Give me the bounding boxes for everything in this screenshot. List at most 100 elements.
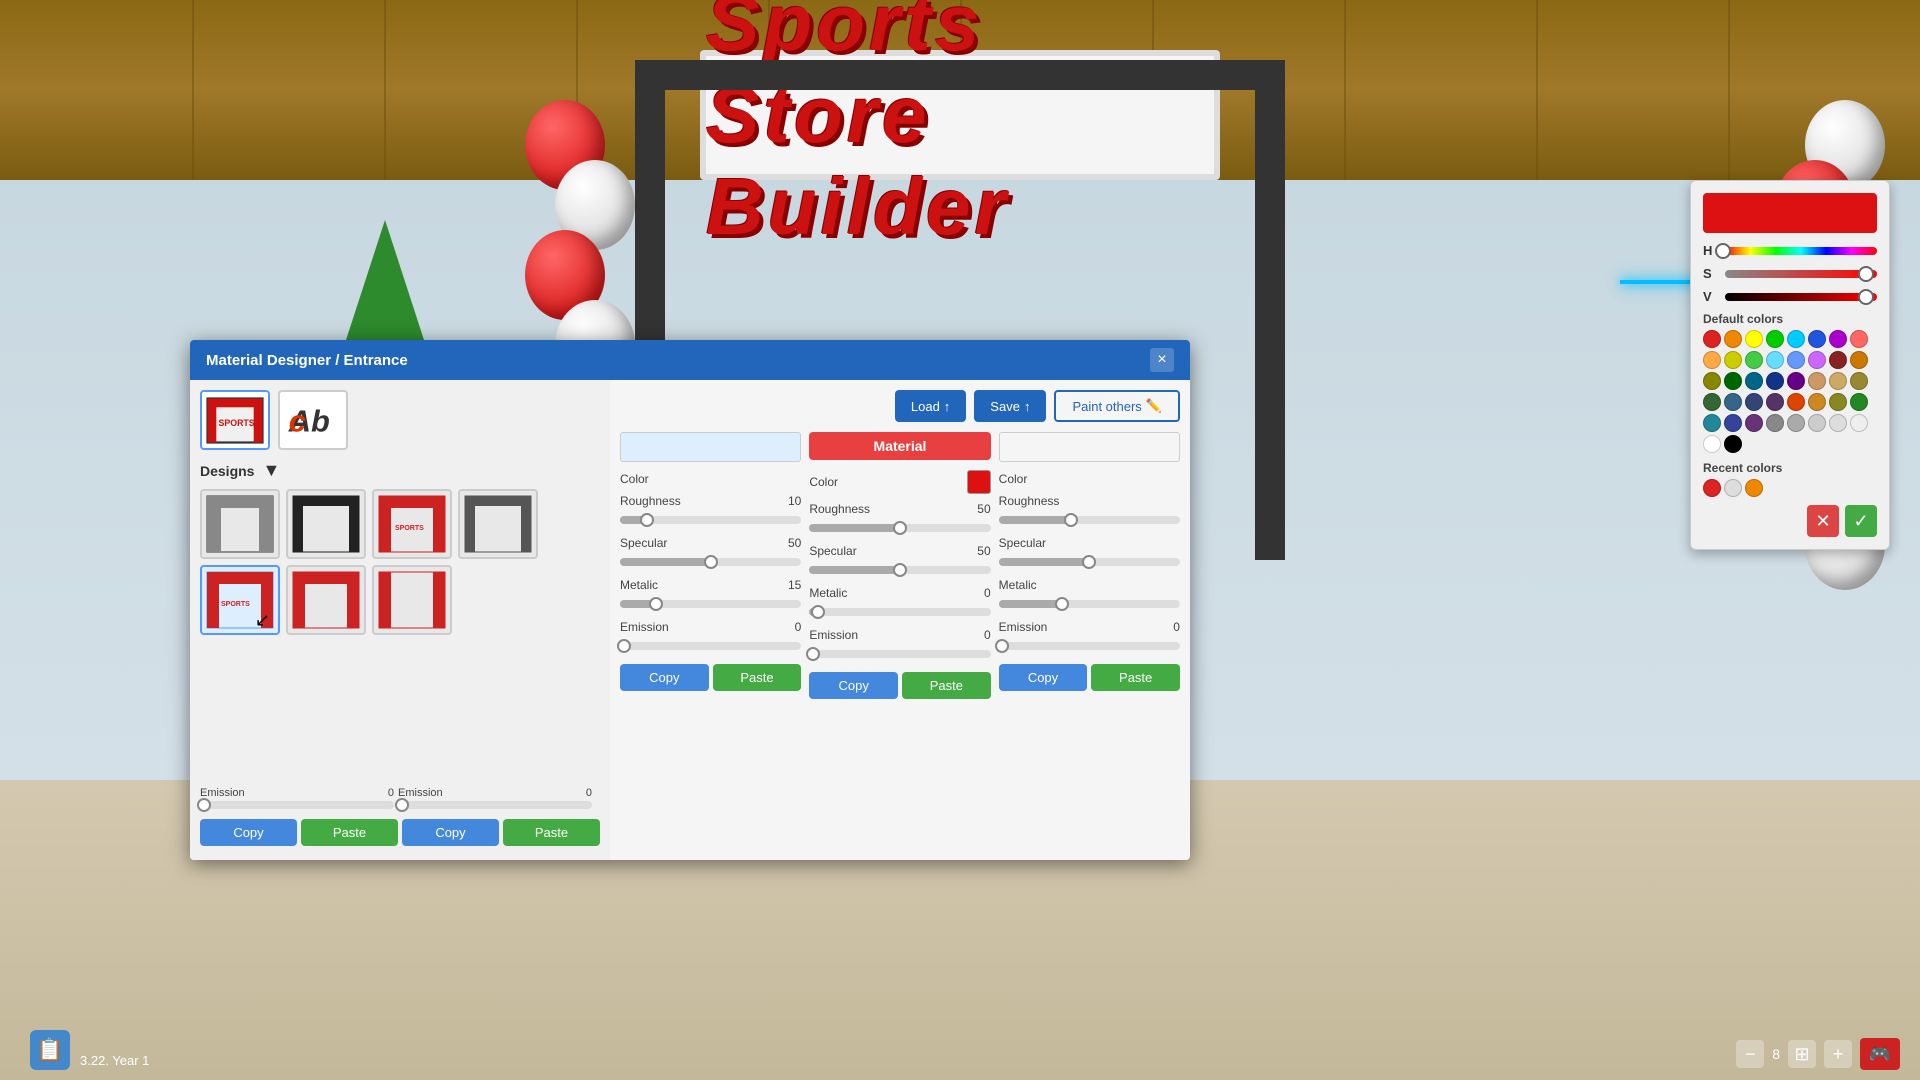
cp-default-color-dot[interactable] (1703, 330, 1721, 348)
cp-default-color-dot[interactable] (1745, 330, 1763, 348)
cp-default-color-dot[interactable] (1703, 393, 1721, 411)
col1-emission-slider[interactable] (200, 801, 394, 809)
cp-default-color-dot[interactable] (1745, 372, 1763, 390)
md-top-action-row: Load ↑ Save ↑ Paint others ✏️ (620, 390, 1180, 422)
cp-default-color-dot[interactable] (1724, 393, 1742, 411)
md-text-icon[interactable]: Ab c (278, 390, 348, 450)
md-close-button[interactable]: × (1150, 348, 1174, 372)
col4-paste-button[interactable]: Paste (902, 672, 991, 699)
cp-default-color-dot[interactable] (1808, 372, 1826, 390)
cp-default-color-dot[interactable] (1829, 351, 1847, 369)
paint-others-button[interactable]: Paint others ✏️ (1054, 390, 1180, 422)
cp-default-color-dot[interactable] (1787, 414, 1805, 432)
cp-default-color-dot[interactable] (1745, 414, 1763, 432)
cp-default-color-dot[interactable] (1766, 351, 1784, 369)
cp-default-color-dot[interactable] (1766, 414, 1784, 432)
cp-default-color-dot[interactable] (1724, 351, 1742, 369)
col4-metalic-label: Metalic (809, 586, 847, 600)
md-entrance-icon[interactable]: SPORTS (200, 390, 270, 450)
col2-paste-button[interactable]: Paste (503, 819, 600, 846)
cp-default-color-dot[interactable] (1724, 372, 1742, 390)
cp-default-color-dot[interactable] (1850, 351, 1868, 369)
cp-recent-color-dot[interactable] (1745, 479, 1763, 497)
col1-paste-button[interactable]: Paste (301, 819, 398, 846)
cp-actions: ✕ ✓ (1703, 505, 1877, 537)
col3-specular-slider[interactable] (620, 558, 801, 566)
md-thumb-1[interactable] (200, 489, 280, 559)
col5-specular-slider[interactable] (999, 558, 1180, 566)
md-thumb-7[interactable] (372, 565, 452, 635)
col5-emission-slider[interactable] (999, 642, 1180, 650)
cp-default-color-dot[interactable] (1766, 330, 1784, 348)
col4-emission-row: Emission 0 (809, 628, 990, 642)
md-thumb-5[interactable]: SPORTS ↙ (200, 565, 280, 635)
col4-emission-slider[interactable] (809, 650, 990, 658)
cp-s-slider[interactable] (1725, 270, 1877, 278)
cp-ok-button[interactable]: ✓ (1845, 505, 1877, 537)
col3-copy-button[interactable]: Copy (620, 664, 709, 691)
cp-default-color-dot[interactable] (1850, 330, 1868, 348)
col3-color-row: Color (620, 472, 801, 486)
col3-roughness-slider[interactable] (620, 516, 801, 524)
col2-emission-slider[interactable] (398, 801, 592, 809)
col5-paste-button[interactable]: Paste (1091, 664, 1180, 691)
col5-metalic-slider[interactable] (999, 600, 1180, 608)
cp-default-color-dot[interactable] (1724, 414, 1742, 432)
cp-default-color-dot[interactable] (1829, 372, 1847, 390)
cp-recent-color-dot[interactable] (1703, 479, 1721, 497)
md-thumb-2[interactable] (286, 489, 366, 559)
col2-copy-button[interactable]: Copy (402, 819, 499, 846)
cp-cancel-button[interactable]: ✕ (1807, 505, 1839, 537)
md-thumb-3[interactable]: SPORTS (372, 489, 452, 559)
save-button[interactable]: Save ↑ (974, 390, 1046, 422)
cp-default-color-dot[interactable] (1850, 393, 1868, 411)
designs-dropdown-icon[interactable]: ▼ (262, 460, 280, 481)
col3-paste-button[interactable]: Paste (713, 664, 802, 691)
cp-default-color-dot[interactable] (1745, 393, 1763, 411)
cp-default-color-dot[interactable] (1808, 414, 1826, 432)
cp-default-color-dot[interactable] (1787, 351, 1805, 369)
cp-default-color-dot[interactable] (1766, 393, 1784, 411)
cp-h-slider[interactable] (1725, 247, 1877, 255)
cp-default-color-dot[interactable] (1703, 372, 1721, 390)
col4-roughness-slider[interactable] (809, 524, 990, 532)
col3-roughness-label: Roughness (620, 494, 681, 508)
md-thumb-6[interactable] (286, 565, 366, 635)
clipboard-icon[interactable]: 📋 (30, 1030, 70, 1070)
cp-v-slider[interactable] (1725, 293, 1877, 301)
cp-default-color-dot[interactable] (1808, 351, 1826, 369)
col3-metalic-slider[interactable] (620, 600, 801, 608)
cp-default-color-dot[interactable] (1745, 351, 1763, 369)
col3-emission-slider[interactable] (620, 642, 801, 650)
md-thumb-4[interactable] (458, 489, 538, 559)
cp-default-color-dot[interactable] (1787, 330, 1805, 348)
zoom-out-button[interactable]: − (1736, 1040, 1764, 1068)
load-button[interactable]: Load ↑ (895, 390, 966, 422)
zoom-in-button[interactable]: + (1824, 1040, 1852, 1068)
col4-color-swatch[interactable] (967, 470, 991, 494)
col5-roughness-slider[interactable] (999, 516, 1180, 524)
col5-copy-button[interactable]: Copy (999, 664, 1088, 691)
cp-default-color-dot[interactable] (1850, 372, 1868, 390)
cp-default-color-dot[interactable] (1703, 351, 1721, 369)
cp-recent-color-dot[interactable] (1724, 479, 1742, 497)
col4-header: Material (809, 432, 990, 460)
cp-default-color-dot[interactable] (1724, 435, 1742, 453)
col4-metalic-slider[interactable] (809, 608, 990, 616)
cp-default-color-dot[interactable] (1787, 372, 1805, 390)
zoom-display-button[interactable]: ⊞ (1788, 1040, 1816, 1068)
col4-copy-button[interactable]: Copy (809, 672, 898, 699)
cp-default-color-dot[interactable] (1766, 372, 1784, 390)
col1-copy-button[interactable]: Copy (200, 819, 297, 846)
cp-default-color-dot[interactable] (1703, 435, 1721, 453)
cp-default-color-dot[interactable] (1829, 330, 1847, 348)
cp-default-color-dot[interactable] (1703, 414, 1721, 432)
cp-default-color-dot[interactable] (1724, 330, 1742, 348)
cp-default-color-dot[interactable] (1787, 393, 1805, 411)
cp-default-color-dot[interactable] (1850, 414, 1868, 432)
cp-default-color-dot[interactable] (1808, 393, 1826, 411)
cp-default-color-dot[interactable] (1829, 393, 1847, 411)
cp-default-color-dot[interactable] (1829, 414, 1847, 432)
col4-specular-slider[interactable] (809, 566, 990, 574)
cp-default-color-dot[interactable] (1808, 330, 1826, 348)
